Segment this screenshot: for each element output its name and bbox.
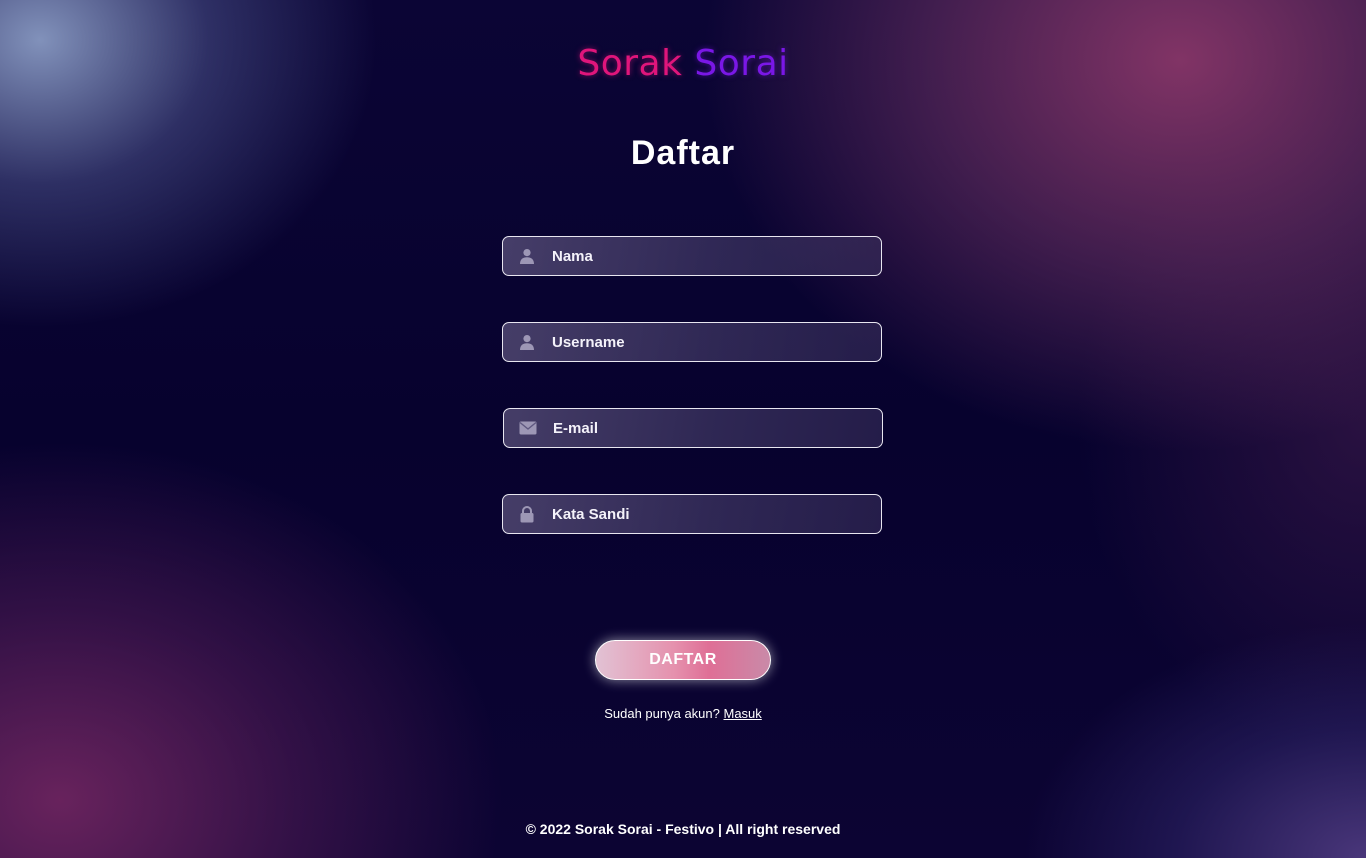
signin-prompt: Sudah punya akun? Masuk [0, 705, 1366, 723]
brand-name-part1: Sorak [577, 43, 683, 84]
signin-link[interactable]: Masuk [723, 706, 761, 721]
password-input[interactable] [552, 495, 881, 533]
username-field [502, 322, 882, 362]
password-field [502, 494, 882, 534]
email-field [503, 408, 883, 448]
register-button[interactable]: DAFTAR [595, 640, 771, 680]
name-input[interactable] [552, 237, 881, 275]
brand-logo: Sorak Sorai [0, 40, 1366, 88]
name-field [502, 236, 882, 276]
lock-icon [502, 505, 552, 523]
register-page: Sorak Sorai Daftar Nama Username E-mail … [0, 0, 1366, 858]
footer-copyright: © 2022 Sorak Sorai - Festivo | All right… [525, 821, 841, 837]
page-title: Daftar [630, 134, 736, 172]
email-input[interactable] [553, 409, 882, 447]
user-icon [502, 248, 552, 264]
signin-text: Sudah punya akun? [604, 706, 720, 721]
username-input[interactable] [552, 323, 881, 361]
brand-name-part2: Sorai [694, 43, 789, 84]
user-icon [502, 334, 552, 350]
envelope-icon [503, 421, 553, 435]
